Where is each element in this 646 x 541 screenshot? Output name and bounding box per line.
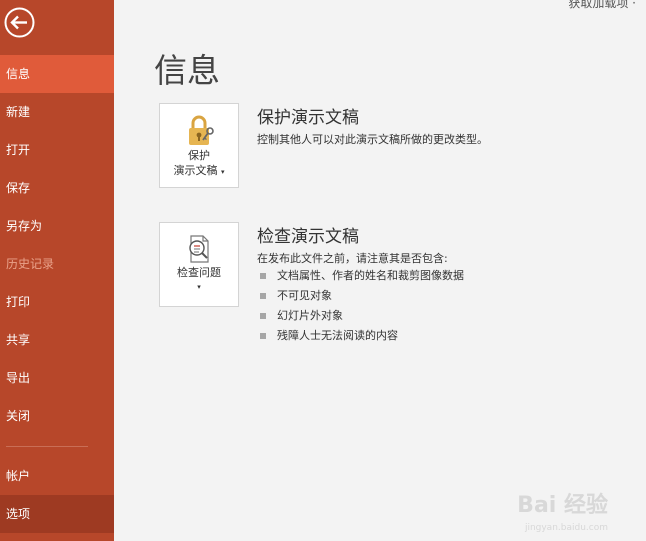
protect-tile-label-line2: 演示文稿 ▾ bbox=[160, 163, 238, 180]
top-right-fragment: 获取加载项 · bbox=[568, 0, 636, 10]
sidebar-bottom-nav: 帐户 选项 bbox=[0, 457, 114, 533]
sidebar-nav: 信息 新建 打开 保存 另存为 历史记录 打印 共享 导出 关闭 bbox=[0, 55, 114, 435]
lock-key-icon bbox=[160, 114, 238, 148]
list-item: 残障人士无法阅读的内容 bbox=[257, 326, 464, 346]
main-panel: 获取加载项 · 信息 保护 演示文稿 ▾ 保护演示文稿 控制其他人可以对此演示文… bbox=[114, 0, 646, 541]
watermark-url: jingyan.baidu.com bbox=[524, 523, 608, 533]
sidebar-divider bbox=[6, 446, 88, 447]
protect-tile-label-text: 演示文稿 bbox=[173, 164, 218, 177]
list-item: 不可见对象 bbox=[257, 286, 464, 306]
chevron-down-icon: ▾ bbox=[220, 168, 225, 176]
sidebar-item-save-as[interactable]: 另存为 bbox=[0, 207, 114, 245]
bullet-square-icon bbox=[260, 333, 266, 339]
list-item: 文档属性、作者的姓名和裁剪图像数据 bbox=[257, 266, 464, 286]
watermark-logo: Bai 经验 bbox=[517, 493, 608, 518]
bullet-text: 文档属性、作者的姓名和裁剪图像数据 bbox=[277, 269, 464, 282]
sidebar-item-new[interactable]: 新建 bbox=[0, 93, 114, 131]
bullet-text: 残障人士无法阅读的内容 bbox=[277, 329, 398, 342]
bullet-text: 幻灯片外对象 bbox=[277, 309, 343, 322]
inspect-tile-label: 检查问题 bbox=[177, 266, 221, 279]
protect-tile-label-line1: 保护 bbox=[188, 149, 210, 162]
bullet-square-icon bbox=[260, 273, 266, 279]
inspect-bullet-list: 文档属性、作者的姓名和裁剪图像数据 不可见对象 幻灯片外对象 残障人士无法阅读的… bbox=[257, 266, 464, 346]
inspect-document-icon bbox=[160, 233, 238, 265]
sidebar-item-options[interactable]: 选项 bbox=[0, 495, 114, 533]
chevron-down-icon: ▾ bbox=[197, 283, 201, 291]
sidebar-item-share[interactable]: 共享 bbox=[0, 321, 114, 359]
bullet-text: 不可见对象 bbox=[277, 289, 332, 302]
protect-presentation-button[interactable]: 保护 演示文稿 ▾ bbox=[159, 103, 239, 188]
sidebar-item-print[interactable]: 打印 bbox=[0, 283, 114, 321]
sidebar-item-info[interactable]: 信息 bbox=[0, 55, 114, 93]
inspect-section-desc: 在发布此文件之前，请注意其是否包含: bbox=[257, 252, 448, 265]
backstage-sidebar: 信息 新建 打开 保存 另存为 历史记录 打印 共享 导出 关闭 帐户 选项 bbox=[0, 0, 114, 541]
list-item: 幻灯片外对象 bbox=[257, 306, 464, 326]
bullet-square-icon bbox=[260, 313, 266, 319]
sidebar-item-account[interactable]: 帐户 bbox=[0, 457, 114, 495]
bullet-square-icon bbox=[260, 293, 266, 299]
sidebar-item-history[interactable]: 历史记录 bbox=[0, 245, 114, 283]
back-arrow-icon[interactable] bbox=[4, 7, 35, 38]
protect-section-title: 保护演示文稿 bbox=[257, 108, 359, 128]
protect-section-desc: 控制其他人可以对此演示文稿所做的更改类型。 bbox=[257, 133, 488, 146]
sidebar-item-close[interactable]: 关闭 bbox=[0, 397, 114, 435]
sidebar-item-open[interactable]: 打开 bbox=[0, 131, 114, 169]
inspect-section-title: 检查演示文稿 bbox=[257, 227, 359, 247]
check-for-issues-button[interactable]: 检查问题 ▾ bbox=[159, 222, 239, 307]
sidebar-item-export[interactable]: 导出 bbox=[0, 359, 114, 397]
page-title: 信息 bbox=[154, 51, 220, 90]
sidebar-item-save[interactable]: 保存 bbox=[0, 169, 114, 207]
